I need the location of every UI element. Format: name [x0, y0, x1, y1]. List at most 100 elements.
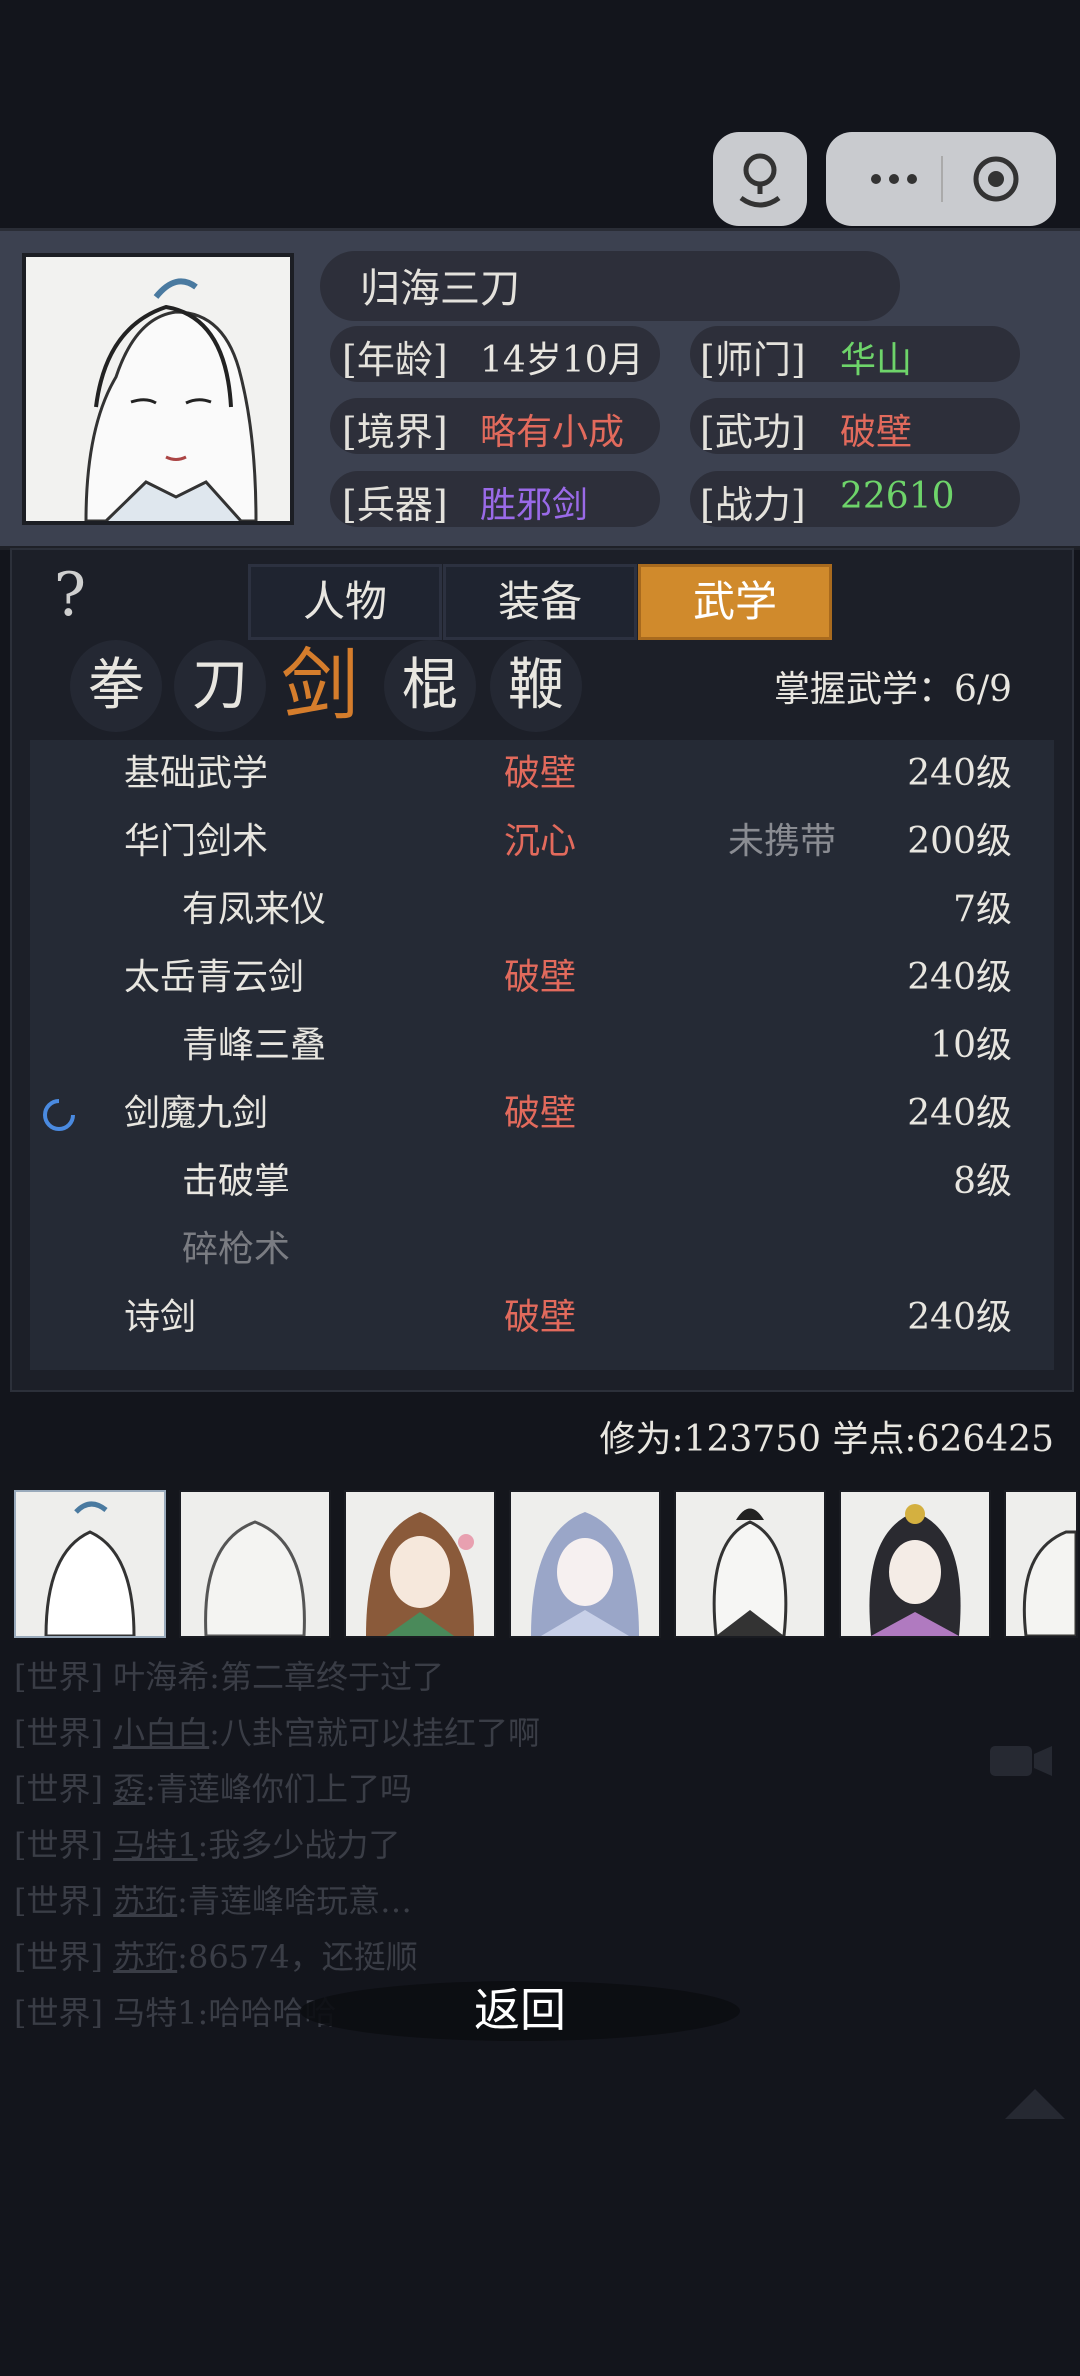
- category-whip[interactable]: 鞭: [490, 640, 582, 732]
- skill-row[interactable]: 基础武学 破壁 240级: [30, 740, 1054, 808]
- skill-row[interactable]: 有凤来仪 7级: [30, 876, 1054, 944]
- skill-row[interactable]: 青峰三叠 10级: [30, 1012, 1054, 1080]
- skill-level: 240级: [907, 957, 1012, 998]
- skill-name: 诗剑: [124, 1297, 197, 1338]
- realm-value: 略有小成: [480, 412, 625, 453]
- age-value: 14岁10月: [480, 340, 644, 381]
- skill-level: 240级: [907, 753, 1012, 794]
- chat-user[interactable]: 苏珩: [113, 1938, 177, 1976]
- roster-portrait[interactable]: [1004, 1490, 1078, 1638]
- chat-channel: [世界]: [14, 1770, 103, 1808]
- character-portrait: [22, 253, 294, 525]
- skill-level: 240级: [907, 1297, 1012, 1338]
- chat-user[interactable]: 孬: [113, 1770, 145, 1808]
- chat-channel: [世界]: [14, 1826, 103, 1864]
- chat-user[interactable]: 马特1: [113, 1826, 197, 1864]
- joystick-button[interactable]: [713, 132, 807, 226]
- roster-portrait[interactable]: [674, 1490, 826, 1638]
- scroll-up-icon[interactable]: [1005, 2085, 1065, 2119]
- back-button[interactable]: 返回: [300, 1975, 740, 2045]
- skill-name: 击破掌: [182, 1161, 291, 1202]
- category-blade[interactable]: 刀: [174, 640, 266, 732]
- martial-label: [武功]: [700, 410, 806, 454]
- skill-level: 10级: [930, 1025, 1012, 1066]
- roster-portrait[interactable]: [344, 1490, 496, 1638]
- character-profile-panel: 归海三刀 [年龄] 14岁10月 [师门] 华山 [境界] 略有小成 [武功] …: [0, 228, 1080, 550]
- sect-label: [师门]: [700, 338, 806, 382]
- roster-portrait[interactable]: [509, 1490, 661, 1638]
- skill-level: 8级: [953, 1161, 1012, 1202]
- category-sword[interactable]: 剑: [274, 640, 366, 732]
- help-button[interactable]: ?: [40, 562, 100, 628]
- loading-spinner-icon: [43, 1099, 75, 1131]
- skill-row[interactable]: 诗剑 破壁 240级: [30, 1284, 1054, 1352]
- character-name: 归海三刀: [360, 266, 520, 312]
- chat-text: :我多少战力了: [197, 1826, 401, 1864]
- power-value: 22610: [840, 476, 955, 517]
- skill-realm: 破壁: [504, 957, 577, 998]
- skill-level: 7级: [953, 889, 1012, 930]
- roster-portrait[interactable]: [14, 1490, 166, 1638]
- more-icon[interactable]: [854, 152, 934, 206]
- chat-message[interactable]: [世界] 苏珩:86574，还挺顺: [14, 1932, 418, 1978]
- skill-list[interactable]: 基础武学 破壁 240级 华门剑术 沉心 未携带 200级 有凤来仪 7级 太岳…: [30, 740, 1054, 1370]
- chat-message[interactable]: [世界] 马特1:我多少战力了: [14, 1820, 400, 1866]
- back-label: 返回: [474, 1983, 566, 2037]
- tab-martial-arts[interactable]: 武学: [638, 564, 832, 640]
- chat-text: :第二章终于过了: [209, 1658, 444, 1696]
- skill-name: 有凤来仪: [182, 889, 327, 930]
- skill-row[interactable]: 剑魔九剑 破壁 240级: [30, 1080, 1054, 1148]
- chat-text: :青莲峰啥玩意…: [177, 1882, 412, 1920]
- skill-name: 基础武学: [124, 753, 269, 794]
- skill-name: 青峰三叠: [182, 1025, 327, 1066]
- power-label: [战力]: [700, 483, 806, 527]
- chat-message[interactable]: [世界] 小白白:八卦宫就可以挂红了啊: [14, 1708, 540, 1754]
- chat-text: :青莲峰你们上了吗: [145, 1770, 412, 1808]
- skill-row[interactable]: 华门剑术 沉心 未携带 200级: [30, 808, 1054, 876]
- roster-portrait[interactable]: [839, 1490, 991, 1638]
- chat-message[interactable]: [世界] 孬:青莲峰你们上了吗: [14, 1764, 412, 1810]
- mini-program-capsule: [826, 132, 1056, 226]
- skill-row[interactable]: 碎枪术: [30, 1216, 1054, 1284]
- chat-user[interactable]: 叶海希: [113, 1658, 209, 1696]
- skill-realm: 破壁: [504, 1093, 577, 1134]
- category-fist[interactable]: 拳: [70, 640, 162, 732]
- chat-channel: [世界]: [14, 1882, 103, 1920]
- age-label: [年龄]: [342, 338, 448, 382]
- chat-channel: [世界]: [14, 1714, 103, 1752]
- chat-message[interactable]: [世界] 马特1:哈哈哈哈: [14, 1988, 336, 2034]
- tab-character[interactable]: 人物: [248, 564, 442, 640]
- camera-icon[interactable]: [990, 1742, 1052, 1780]
- skill-level: 200级: [907, 821, 1012, 862]
- tab-equipment[interactable]: 装备: [443, 564, 637, 640]
- chat-message[interactable]: [世界] 叶海希:第二章终于过了: [14, 1652, 444, 1698]
- realm-label: [境界]: [342, 410, 448, 454]
- chat-user[interactable]: 马特1: [113, 1994, 197, 2032]
- skill-name: 剑魔九剑: [124, 1093, 269, 1134]
- skill-realm: 沉心: [504, 821, 577, 862]
- chat-channel: [世界]: [14, 1938, 103, 1976]
- skill-row[interactable]: 击破掌 8级: [30, 1148, 1054, 1216]
- category-staff[interactable]: 棍: [384, 640, 476, 732]
- mastery-count: 掌握武学：6/9: [774, 669, 1012, 710]
- skill-name: 碎枪术: [182, 1229, 291, 1270]
- skill-name: 华门剑术: [124, 821, 269, 862]
- skill-name: 太岳青云剑: [124, 957, 305, 998]
- skill-level: 240级: [907, 1093, 1012, 1134]
- sect-value: 华山: [840, 340, 913, 381]
- chat-text: :86574，还挺顺: [177, 1938, 418, 1976]
- roster-portrait[interactable]: [179, 1490, 331, 1638]
- chat-message[interactable]: [世界] 苏珩:青莲峰啥玩意…: [14, 1876, 412, 1922]
- weapon-value[interactable]: 胜邪剑: [480, 476, 588, 528]
- skill-realm: 破壁: [504, 753, 577, 794]
- chat-user[interactable]: 小白白: [113, 1714, 209, 1752]
- skill-row[interactable]: 太岳青云剑 破壁 240级: [30, 944, 1054, 1012]
- chat-user[interactable]: 苏珩: [113, 1882, 177, 1920]
- skill-realm: 破壁: [504, 1297, 577, 1338]
- chat-text: :八卦宫就可以挂红了啊: [209, 1714, 540, 1752]
- joystick-icon: [739, 153, 781, 208]
- cultivation-points: 修为:123750 学点:626425: [599, 1419, 1054, 1460]
- chat-channel: [世界]: [14, 1994, 103, 2032]
- weapon-label: [兵器]: [342, 483, 448, 527]
- close-miniprogram-icon[interactable]: [966, 152, 1026, 206]
